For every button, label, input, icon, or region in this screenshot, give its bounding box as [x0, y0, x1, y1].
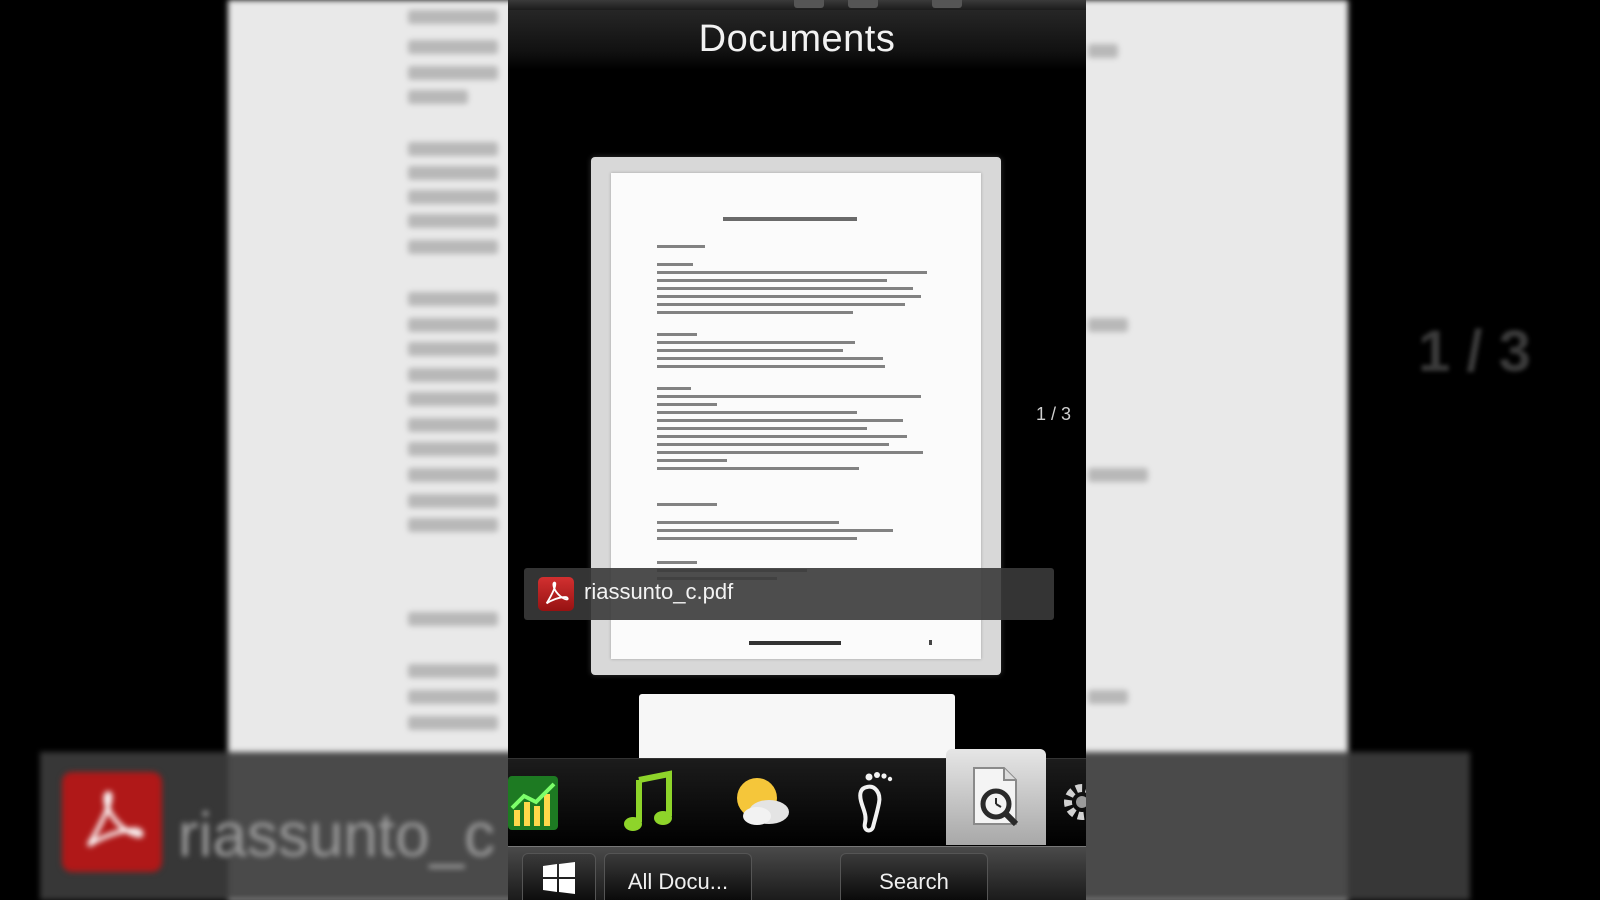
- status-indicator: [794, 0, 824, 8]
- tab-stocks[interactable]: [508, 767, 566, 837]
- document-search-icon: [973, 767, 1019, 827]
- next-document-thumbnail[interactable]: [639, 694, 955, 760]
- tab-footprints[interactable]: [842, 767, 906, 837]
- status-bar: [508, 0, 1086, 10]
- footprints-icon: [858, 772, 893, 833]
- page-indicator: 1 / 3: [1036, 404, 1072, 424]
- tab-documents[interactable]: [946, 749, 1046, 845]
- file-name: riassunto_c.pdf: [584, 579, 734, 604]
- backdrop-pdf-icon: [62, 772, 162, 872]
- all-documents-softkey[interactable]: All Docu...: [604, 853, 752, 900]
- signal-icon: [848, 0, 878, 8]
- stocks-chart-icon: [508, 776, 558, 830]
- tab-music[interactable]: [618, 767, 682, 837]
- start-button[interactable]: [522, 853, 596, 900]
- document-footer-page-number: [929, 640, 932, 645]
- document-footer-title: [749, 641, 841, 645]
- bottom-bar: All Docu... Search: [508, 846, 1086, 900]
- gear-icon: [1064, 784, 1086, 820]
- tab-weather[interactable]: [730, 767, 794, 837]
- search-softkey[interactable]: Search: [840, 853, 988, 900]
- battery-icon: [932, 0, 962, 8]
- phone-screen: Documents 1 / 3 riassunto_c.pdf All Docu…: [508, 0, 1086, 900]
- pdf-icon: [538, 577, 574, 611]
- page-title: Documents: [698, 18, 896, 60]
- backdrop-page-indicator: 1 / 3: [1418, 319, 1531, 384]
- windows-logo-icon: [543, 862, 575, 894]
- tab-settings[interactable]: [1056, 767, 1086, 837]
- weather-sun-cloud-icon: [737, 778, 789, 825]
- title-bar: Documents: [508, 10, 1086, 70]
- backdrop-file-name: riassunto_c: [178, 801, 496, 870]
- tab-dock: [508, 749, 1086, 847]
- music-note-icon: [624, 770, 672, 831]
- file-label-bar[interactable]: riassunto_c.pdf: [524, 568, 1054, 620]
